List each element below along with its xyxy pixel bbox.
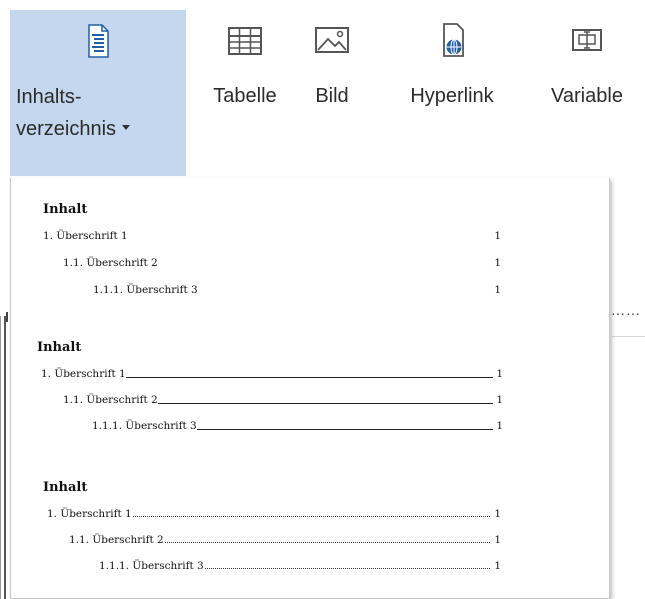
- toc-leader: [157, 403, 493, 404]
- toc-leader: [164, 542, 490, 543]
- toc-preview-entry: 1.1. Überschrift 2 1: [63, 257, 501, 269]
- insert-picture-button[interactable]: Bild: [304, 10, 360, 140]
- toc-style-dotted-leader[interactable]: Inhalt 1. Überschrift 1 1 1.1. Überschri…: [11, 464, 609, 594]
- toc-style-gallery: Inhalt 1. Überschrift 1 1 1.1. Überschri…: [10, 178, 610, 599]
- page-border-line: [4, 316, 6, 599]
- document-separator-line: [612, 336, 645, 337]
- toc-style-underline-leader[interactable]: Inhalt 1. Überschrift 1 1 1.1. Überschri…: [11, 328, 609, 448]
- hyperlink-globe-icon: [443, 23, 464, 57]
- toc-preview-entry: 1.1. Überschrift 2 1: [69, 534, 501, 546]
- toc-entry-text: 1. Überschrift 1: [47, 508, 132, 520]
- toc-entry-text: 1. Überschrift 1: [41, 368, 126, 380]
- toc-preview-entry: 1.1.1. Überschrift 3 1: [99, 560, 501, 572]
- toc-entry-page: 1: [494, 230, 501, 242]
- toc-preview-entry: 1.1. Überschrift 2 1: [63, 394, 503, 406]
- chevron-down-icon[interactable]: [122, 125, 131, 131]
- toc-entry-page: 1: [496, 368, 503, 380]
- tabelle-label: Tabelle: [213, 85, 277, 107]
- table-of-contents-label: Inhalts- verzeichnis: [11, 81, 185, 145]
- toc-preview-entry: 1. Überschrift 1 1: [47, 508, 501, 520]
- toc-entry-text: 1.1. Überschrift 2: [63, 257, 158, 269]
- toc-leader: [125, 377, 493, 378]
- hyperlink-label: Hyperlink: [410, 85, 494, 107]
- bild-label: Bild: [315, 85, 349, 107]
- insert-ribbon: Inhalts- verzeichnis Tabelle Bild Hyperl…: [0, 0, 645, 178]
- toc-entry-text: 1.1. Überschrift 2: [63, 394, 158, 406]
- toc-entry-text: 1.1.1. Überschrift 3: [92, 420, 197, 432]
- toc-preview-entry: 1.1.1. Überschrift 3 1: [92, 420, 503, 432]
- insert-hyperlink-button[interactable]: Hyperlink: [386, 10, 518, 140]
- toc-preview-title: Inhalt: [37, 340, 82, 355]
- toc-entry-text: 1. Überschrift 1: [43, 230, 128, 242]
- page-border-shadow: [0, 316, 1, 599]
- table-of-contents-icon: [88, 24, 109, 58]
- toc-leader: [204, 568, 490, 569]
- toc-preview-title: Inhalt: [43, 202, 88, 217]
- table-icon: [228, 27, 262, 55]
- toc-entry-page: 1: [494, 508, 501, 520]
- document-dotted-leader: ……: [611, 304, 641, 319]
- picture-icon: [315, 27, 349, 53]
- toc-leader: [132, 516, 490, 517]
- document-page-edge: [0, 178, 10, 599]
- toc-entry-page: 1: [496, 420, 503, 432]
- table-of-contents-button[interactable]: Inhalts- verzeichnis: [10, 10, 186, 176]
- insert-table-button[interactable]: Tabelle: [196, 10, 294, 140]
- toc-entry-page: 1: [494, 560, 501, 572]
- toc-entry-text: 1.1.1. Überschrift 3: [93, 284, 198, 296]
- toc-label-line2: verzeichnis: [16, 118, 117, 140]
- toc-entry-text: 1.1.1. Überschrift 3: [99, 560, 204, 572]
- toc-preview-entry: 1. Überschrift 1 1: [41, 368, 503, 380]
- insert-variable-button[interactable]: Variable: [530, 10, 644, 140]
- toc-entry-text: 1.1. Überschrift 2: [69, 534, 164, 546]
- toc-leader: [196, 429, 493, 430]
- toc-preview-title: Inhalt: [43, 480, 88, 495]
- toc-entry-page: 1: [496, 394, 503, 406]
- toc-preview-entry: 1.1.1. Überschrift 3 1: [93, 284, 501, 296]
- variable-field-icon: [572, 29, 602, 51]
- toc-entry-page: 1: [494, 534, 501, 546]
- toc-style-no-leader[interactable]: Inhalt 1. Überschrift 1 1 1.1. Überschri…: [11, 178, 609, 310]
- toc-label-line1: Inhalts-: [16, 86, 82, 108]
- toc-entry-page: 1: [494, 257, 501, 269]
- document-marker: [6, 312, 8, 322]
- toc-preview-entry: 1. Überschrift 1 1: [43, 230, 501, 242]
- toc-entry-page: 1: [494, 284, 501, 296]
- variable-label: Variable: [551, 85, 623, 107]
